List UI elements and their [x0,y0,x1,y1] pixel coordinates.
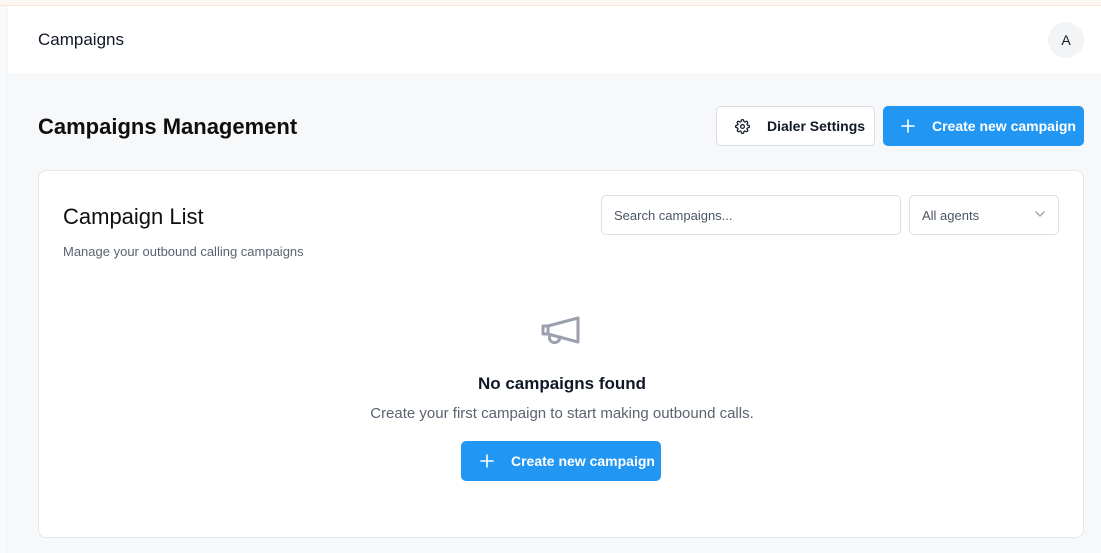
empty-state-title: No campaigns found [477,374,647,393]
agent-filter-value: All agents [922,207,980,223]
user-avatar[interactable]: A [1048,21,1084,58]
create-campaign-label: Create new campaign [932,118,1076,134]
megaphone-icon [538,312,584,348]
sidebar-edge [0,6,7,553]
campaign-list-subtitle: Manage your outbound calling campaigns [63,244,304,259]
create-campaign-button[interactable]: Create new campaign [883,106,1084,146]
dialer-settings-label: Dialer Settings [767,118,866,134]
empty-state-message: Create your first campaign to start maki… [370,405,754,422]
top-header: Campaigns A [8,6,1101,73]
page-title: Campaigns Management [38,114,298,139]
search-campaigns-input[interactable] [601,195,901,235]
campaign-list-card: Campaign List Manage your outbound calli… [38,170,1084,538]
chevron-down-icon [1034,208,1046,223]
agent-filter-select[interactable]: All agents [909,195,1059,235]
plus-icon [479,453,495,469]
dialer-settings-button[interactable]: Dialer Settings [716,106,875,146]
gear-icon [734,118,750,134]
empty-state-create-campaign-button[interactable]: Create new campaign [461,441,661,481]
campaign-list-title: Campaign List [63,204,204,229]
header-title: Campaigns [38,29,124,49]
empty-state-create-campaign-label: Create new campaign [511,453,655,469]
plus-icon [900,118,916,134]
